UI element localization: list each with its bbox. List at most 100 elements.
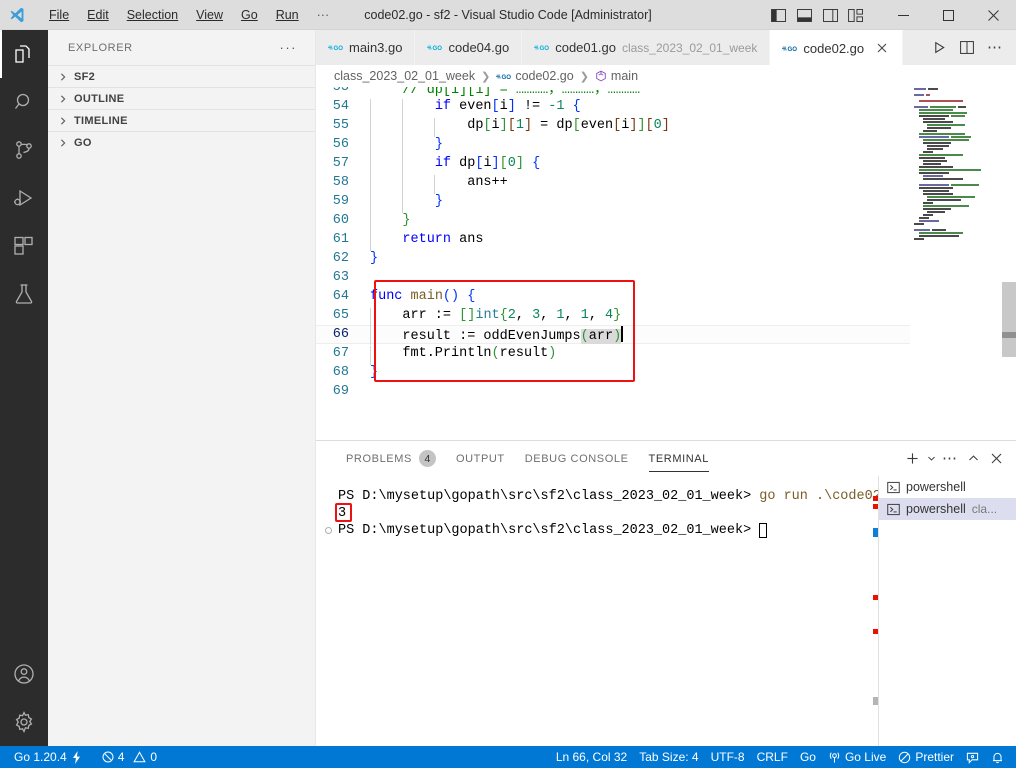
editor-minimap[interactable]	[910, 87, 1002, 440]
gear-icon[interactable]	[0, 696, 48, 748]
code-editor[interactable]: 53 // dp[i][1] = …………，…………，………… 54 if ev…	[316, 87, 1016, 440]
sidebar-item-extensions[interactable]	[0, 222, 48, 270]
tab-debug-console[interactable]: DEBUG CONSOLE	[515, 441, 639, 476]
accounts-icon[interactable]	[0, 652, 48, 696]
status-indentation[interactable]: Tab Size: 4	[633, 746, 704, 768]
tab-terminal-label: TERMINAL	[648, 452, 709, 465]
menu-go[interactable]: Go	[232, 5, 267, 25]
sidebar-section-sf2-label: SF2	[74, 70, 96, 83]
status-prettier[interactable]: Prettier	[892, 746, 960, 768]
tab-main3-go[interactable]: GO main3.go	[316, 30, 416, 65]
status-encoding-label: UTF-8	[710, 750, 745, 764]
svg-text:GO: GO	[788, 45, 798, 52]
panel-more-actions-button[interactable]: ⋯	[939, 447, 961, 471]
sidebar-section-sf2[interactable]: SF2	[48, 65, 315, 87]
sidebar-item-source-control[interactable]	[0, 126, 48, 174]
sidebar-section-outline[interactable]: OUTLINE	[48, 87, 315, 109]
editor-scrollbar-thumb[interactable]	[1002, 282, 1016, 357]
error-marker	[873, 504, 878, 509]
sidebar-title: EXPLORER	[68, 41, 133, 54]
sidebar-section-timeline-label: TIMELINE	[74, 114, 128, 127]
status-language-mode-label: Go	[799, 750, 816, 764]
terminal-tabs-list: powershell powershell cla...	[873, 476, 1016, 749]
status-go-live[interactable]: Go Live	[822, 746, 892, 768]
terminal-profile-dropdown[interactable]	[924, 447, 938, 471]
tab-problems[interactable]: PROBLEMS 4	[336, 441, 446, 476]
status-encoding[interactable]: UTF-8	[705, 746, 751, 768]
sidebar-item-explorer[interactable]	[0, 30, 48, 78]
menu-view[interactable]: View	[187, 5, 232, 25]
chevron-right-icon	[56, 114, 70, 128]
sidebar-section-timeline[interactable]: TIMELINE	[48, 109, 315, 131]
sidebar-item-run-and-debug[interactable]	[0, 174, 48, 222]
tab-code04-go[interactable]: GO code04.go	[415, 30, 523, 65]
chevron-right-icon: ❯	[481, 70, 491, 83]
maximize-button[interactable]	[926, 0, 971, 30]
line-content: return ans	[370, 232, 483, 251]
sidebar-section-go[interactable]: GO	[48, 131, 315, 153]
status-screencast[interactable]	[960, 746, 985, 768]
command-status-icon	[325, 527, 332, 534]
line-content: }	[370, 194, 443, 213]
editor-scrollbar-marker	[1002, 332, 1016, 338]
terminal-line-command: PS D:\mysetup\gopath\src\sf2\class_2023_…	[338, 488, 905, 505]
line-number: 58	[332, 175, 349, 190]
status-language-mode[interactable]: Go	[794, 746, 822, 768]
status-editor-position[interactable]: Ln 66, Col 32	[550, 746, 633, 768]
breadcrumb-item-symbol[interactable]: main	[595, 69, 638, 83]
line-content: }	[370, 365, 379, 380]
terminal-list-item-powershell-1[interactable]: powershell	[879, 476, 1016, 498]
menu-edit[interactable]: Edit	[78, 5, 118, 25]
go-file-icon: GO	[427, 42, 442, 53]
terminal-decorations-ruler	[873, 476, 878, 749]
close-panel-button[interactable]	[985, 447, 1007, 471]
chevron-right-icon: ❯	[579, 70, 589, 83]
tab-code02-go[interactable]: GO code02.go	[770, 30, 904, 65]
editor-scrollbar[interactable]	[1002, 87, 1016, 440]
status-errors-count: 4	[117, 750, 125, 764]
menu-file[interactable]: File	[40, 5, 78, 25]
menu-view-label: View	[196, 7, 224, 22]
line-number: 62	[332, 251, 349, 266]
breadcrumb: class_2023_02_01_week ❯ GO code02.go ❯ m…	[316, 65, 1016, 87]
tab-code01-go[interactable]: GO code01.go class_2023_02_01_week	[522, 30, 771, 65]
title-bar-right	[767, 0, 1016, 30]
editor-actions: ⋯	[926, 30, 1016, 65]
minimize-button[interactable]	[881, 0, 926, 30]
split-editor-button[interactable]	[954, 34, 980, 62]
toggle-primary-sidebar-icon[interactable]	[767, 4, 789, 26]
terminal-output[interactable]: PS D:\mysetup\gopath\src\sf2\class_2023_…	[316, 476, 905, 749]
close-button[interactable]	[971, 0, 1016, 30]
new-terminal-button[interactable]	[901, 447, 923, 471]
status-go-live-label: Go Live	[844, 750, 887, 764]
status-go-version[interactable]: Go 1.20.4	[8, 746, 88, 768]
menu-selection[interactable]: Selection	[118, 5, 187, 25]
terminal-list-item-powershell-2[interactable]: powershell cla...	[879, 498, 1016, 520]
status-notifications[interactable]	[985, 746, 1010, 768]
toggle-panel-icon[interactable]	[793, 4, 815, 26]
sidebar-item-search[interactable]	[0, 78, 48, 126]
vscode-logo-icon	[0, 0, 34, 30]
line-number: 63	[332, 270, 349, 285]
more-actions-button[interactable]: ⋯	[982, 34, 1008, 62]
tab-terminal[interactable]: TERMINAL	[639, 441, 719, 476]
sidebar-item-testing[interactable]	[0, 270, 48, 318]
sidebar-more-actions-icon[interactable]: ···	[280, 40, 298, 55]
status-eol[interactable]: CRLF	[751, 746, 794, 768]
menu-run[interactable]: Run	[267, 5, 308, 25]
go-file-icon: GO	[328, 42, 343, 53]
menu-overflow[interactable]: ···	[308, 5, 339, 25]
customize-layout-icon[interactable]	[845, 4, 867, 26]
run-file-button[interactable]	[926, 34, 952, 62]
breadcrumb-item-file[interactable]: GO code02.go	[496, 69, 574, 83]
status-editor-position-label: Ln 66, Col 32	[555, 750, 628, 764]
line-content: }	[370, 213, 411, 232]
maximize-panel-button[interactable]	[962, 447, 984, 471]
chevron-right-icon	[56, 70, 70, 84]
close-icon[interactable]	[874, 40, 890, 56]
toggle-secondary-sidebar-icon[interactable]	[819, 4, 841, 26]
breadcrumb-item-folder[interactable]: class_2023_02_01_week	[334, 69, 475, 83]
status-problems[interactable]: 4 0	[96, 746, 163, 768]
tab-output[interactable]: OUTPUT	[446, 441, 515, 476]
tab-label: code02.go	[803, 40, 865, 56]
